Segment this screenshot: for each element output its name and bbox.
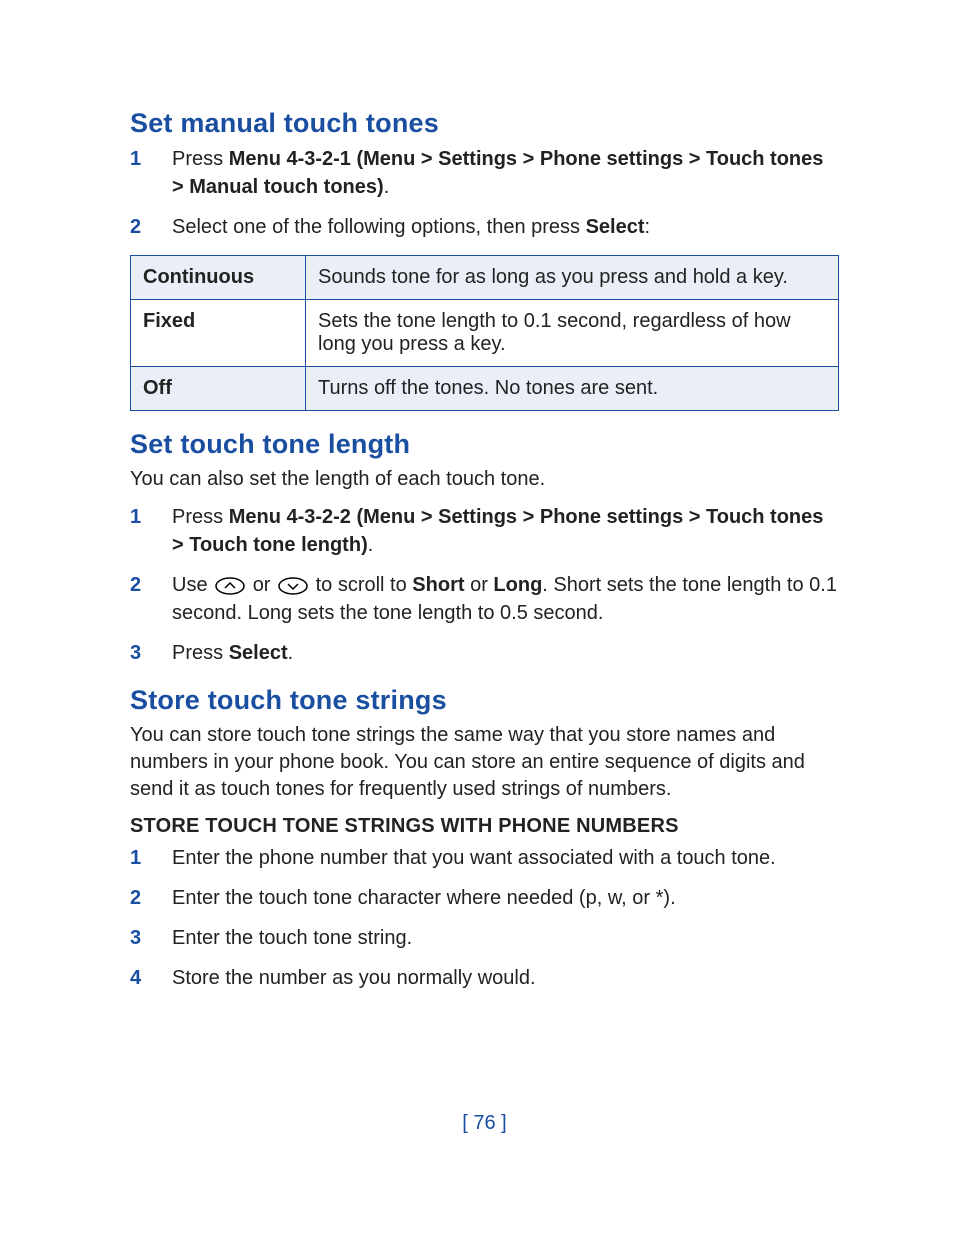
step-text: Use	[172, 574, 213, 596]
step-bold: Long	[493, 574, 542, 596]
table-row: Continuous Sounds tone for as long as yo…	[131, 256, 839, 300]
step-item: 1 Enter the phone number that you want a…	[130, 844, 839, 872]
option-name: Off	[131, 367, 306, 411]
step-number: 2	[130, 571, 141, 599]
heading-set-manual-touch-tones: Set manual touch tones	[130, 108, 839, 139]
step-item: 3 Press Select.	[130, 639, 839, 667]
step-text: or	[465, 574, 494, 596]
step-number: 1	[130, 503, 141, 531]
step-text: Press	[172, 148, 229, 170]
option-name: Continuous	[131, 256, 306, 300]
step-item: 2 Enter the touch tone character where n…	[130, 884, 839, 912]
step-number: 1	[130, 844, 141, 872]
step-number: 3	[130, 639, 141, 667]
option-desc: Sounds tone for as long as you press and…	[306, 256, 839, 300]
subheading: STORE TOUCH TONE STRINGS WITH PHONE NUMB…	[130, 815, 839, 838]
option-desc: Sets the tone length to 0.1 second, rega…	[306, 300, 839, 367]
step-text: Enter the touch tone character where nee…	[172, 887, 676, 909]
heading-set-touch-tone-length: Set touch tone length	[130, 429, 839, 460]
step-bold: Select	[229, 642, 288, 664]
step-bold: Short	[412, 574, 464, 596]
step-item: 3 Enter the touch tone string.	[130, 924, 839, 952]
step-item: 1 Press Menu 4-3-2-2 (Menu > Settings > …	[130, 503, 839, 559]
page: Set manual touch tones 1 Press Menu 4-3-…	[0, 0, 954, 1195]
heading-store-touch-tone-strings: Store touch tone strings	[130, 685, 839, 716]
step-text: .	[368, 534, 374, 556]
scroll-down-icon	[278, 577, 308, 595]
step-text: Store the number as you normally would.	[172, 967, 536, 989]
step-text: Enter the touch tone string.	[172, 927, 412, 949]
paragraph: You can store touch tone strings the sam…	[130, 722, 839, 803]
step-number: 2	[130, 884, 141, 912]
option-desc: Turns off the tones. No tones are sent.	[306, 367, 839, 411]
step-number: 4	[130, 964, 141, 992]
scroll-up-icon	[215, 577, 245, 595]
step-number: 2	[130, 213, 141, 241]
table-row: Off Turns off the tones. No tones are se…	[131, 367, 839, 411]
step-text: to scroll to	[316, 574, 413, 596]
step-number: 1	[130, 145, 141, 173]
step-text: Press	[172, 642, 229, 664]
page-number: [ 76 ]	[130, 1112, 839, 1135]
step-text: Enter the phone number that you want ass…	[172, 847, 776, 869]
step-text: Select one of the following options, the…	[172, 216, 586, 238]
options-table: Continuous Sounds tone for as long as yo…	[130, 255, 839, 411]
paragraph: You can also set the length of each touc…	[130, 466, 839, 493]
step-item: 2 Select one of the following options, t…	[130, 213, 839, 241]
steps-touch-tone-length: 1 Press Menu 4-3-2-2 (Menu > Settings > …	[130, 503, 839, 667]
table-row: Fixed Sets the tone length to 0.1 second…	[131, 300, 839, 367]
step-item: 4 Store the number as you normally would…	[130, 964, 839, 992]
step-item: 1 Press Menu 4-3-2-1 (Menu > Settings > …	[130, 145, 839, 201]
step-item: 2 Use or to scroll to Short or Long. Sho…	[130, 571, 839, 627]
step-bold: Menu 4-3-2-2 (Menu > Settings > Phone se…	[172, 506, 823, 556]
steps-manual-touch-tones: 1 Press Menu 4-3-2-1 (Menu > Settings > …	[130, 145, 839, 241]
option-name: Fixed	[131, 300, 306, 367]
step-bold: Select	[586, 216, 645, 238]
steps-store-strings: 1 Enter the phone number that you want a…	[130, 844, 839, 992]
step-text: :	[645, 216, 651, 238]
step-text: or	[253, 574, 276, 596]
step-text: Press	[172, 506, 229, 528]
step-bold: Menu 4-3-2-1 (Menu > Settings > Phone se…	[172, 148, 823, 198]
step-text: .	[384, 176, 390, 198]
step-text: .	[288, 642, 294, 664]
step-number: 3	[130, 924, 141, 952]
